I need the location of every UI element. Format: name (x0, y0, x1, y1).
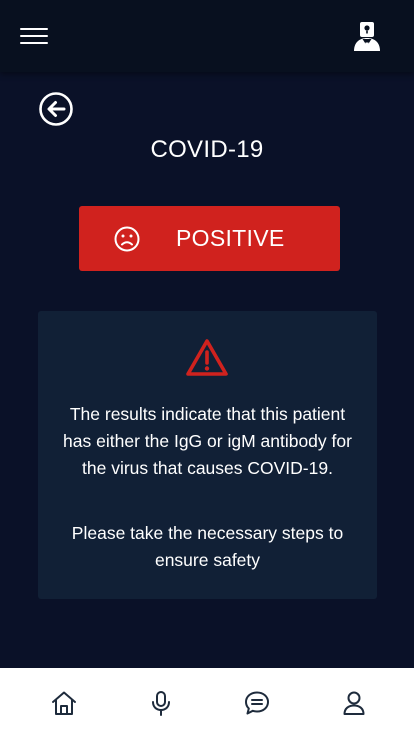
user-icon (343, 691, 365, 715)
doctor-profile-icon (354, 22, 380, 51)
nav-voice-button[interactable] (147, 689, 175, 717)
home-icon (52, 691, 76, 715)
warning-triangle-icon (186, 339, 228, 376)
alert-instruction: Please take the necessary steps to ensur… (71, 523, 344, 570)
top-app-bar (0, 0, 414, 72)
back-button[interactable] (38, 91, 74, 127)
menu-button[interactable] (18, 24, 50, 48)
bottom-navigation (0, 668, 414, 736)
test-title: COVID-19 (150, 136, 264, 163)
result-label: POSITIVE (176, 225, 285, 251)
nav-chat-button[interactable] (243, 689, 271, 717)
sad-face-icon (114, 226, 140, 252)
nav-home-button[interactable] (50, 689, 78, 717)
chat-icon (245, 691, 269, 715)
nav-profile-button[interactable] (340, 689, 368, 717)
profile-button[interactable] (350, 20, 384, 54)
microphone-icon (152, 691, 170, 716)
alert-card: The results indicate that this patient h… (38, 311, 377, 599)
result-positive-button[interactable]: POSITIVE (79, 206, 340, 271)
alert-message: The results indicate that this patient h… (63, 404, 352, 478)
arrow-left-circle-icon (39, 92, 73, 126)
